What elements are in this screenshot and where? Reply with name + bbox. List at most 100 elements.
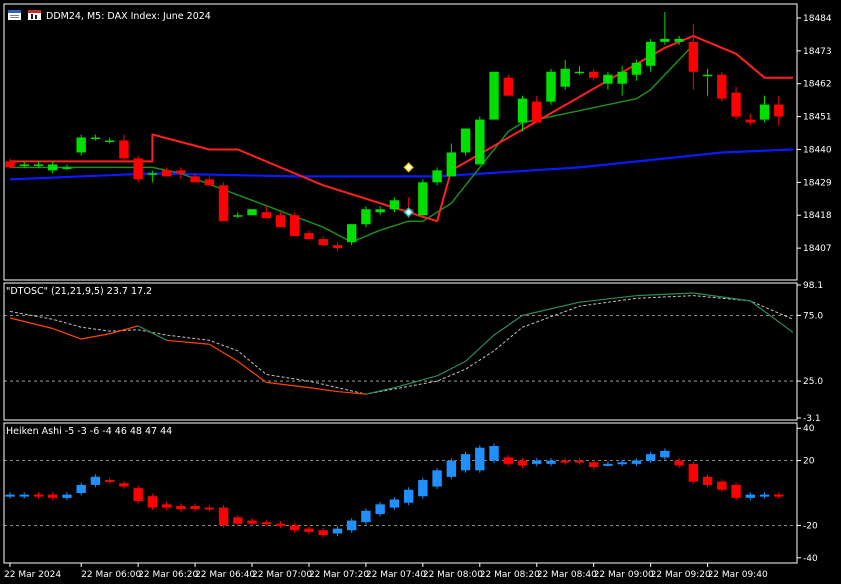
price-candle-bear[interactable]	[332, 245, 343, 249]
heiken-ashi-bar-up[interactable]	[332, 528, 343, 534]
heiken-ashi-bar-up[interactable]	[745, 494, 755, 498]
price-candle-bear[interactable]	[261, 212, 271, 219]
price-candle-bull[interactable]	[603, 74, 613, 84]
heiken-ashi-bar-down[interactable]	[560, 460, 570, 463]
price-candle-bull[interactable]	[674, 38, 684, 42]
heiken-ashi-bar-up[interactable]	[603, 463, 613, 466]
heiken-ashi-bar-up[interactable]	[19, 494, 29, 497]
price-candle-bull[interactable]	[19, 164, 29, 166]
heiken-ashi-bar-down[interactable]	[702, 476, 713, 485]
price-candle-bull[interactable]	[76, 137, 86, 153]
heiken-ashi-bar-up[interactable]	[389, 499, 400, 508]
price-candle-bear[interactable]	[204, 179, 215, 186]
heiken-ashi-bar-down[interactable]	[204, 507, 215, 510]
heiken-ashi-bar-down[interactable]	[318, 530, 328, 536]
heiken-ashi-bar-down[interactable]	[304, 528, 314, 532]
price-candle-bull[interactable]	[33, 164, 44, 166]
heiken-ashi-bar-down[interactable]	[33, 494, 44, 497]
heiken-ashi-bar-down[interactable]	[290, 525, 300, 531]
heiken-ashi-bar-up[interactable]	[489, 446, 499, 461]
price-candle-bear[interactable]	[190, 176, 200, 183]
oscillator-panel[interactable]: -3.1 25.0 75.0 98.1	[4, 281, 823, 424]
heiken-ashi-bar-down[interactable]	[119, 483, 129, 487]
heiken-ashi-bar-down[interactable]	[48, 494, 58, 498]
heiken-ashi-bar-up[interactable]	[76, 484, 86, 493]
price-candle-bear[interactable]	[133, 158, 143, 180]
heiken-ashi-bar-up[interactable]	[346, 520, 357, 531]
price-candle-bull[interactable]	[432, 170, 442, 183]
heiken-ashi-bar-up[interactable]	[759, 494, 770, 497]
heiken-ashi-bar-up[interactable]	[475, 447, 485, 471]
price-candle-bull[interactable]	[418, 182, 428, 216]
heiken-ashi-bar-down[interactable]	[717, 481, 727, 490]
price-candle-bull[interactable]	[346, 224, 357, 243]
price-candle-bull[interactable]	[104, 140, 115, 143]
price-candle-bear[interactable]	[745, 119, 755, 123]
heiken-ashi-bar-down[interactable]	[261, 522, 271, 525]
heiken-ashi-bar-up[interactable]	[446, 460, 457, 477]
price-candle-bear[interactable]	[290, 215, 300, 237]
heiken-ashi-bar-up[interactable]	[418, 480, 428, 497]
price-candle-bear[interactable]	[318, 239, 328, 246]
heiken-ashi-bar-down[interactable]	[574, 460, 585, 463]
price-candle-bull[interactable]	[147, 173, 158, 175]
buy-signal-marker[interactable]	[403, 162, 414, 173]
price-panel[interactable]: 18407 18418 18429 18440 18451 18462 18473 18484	[5, 11, 832, 254]
heiken-ashi-bar-up[interactable]	[617, 462, 627, 465]
heiken-ashi-bar-up[interactable]	[90, 476, 101, 485]
heiken-ashi-bar-down[interactable]	[275, 523, 286, 526]
price-candle-bear[interactable]	[717, 74, 727, 99]
price-candle-bear[interactable]	[774, 104, 784, 117]
price-candle-bear[interactable]	[161, 170, 172, 177]
heiken-ashi-bar-up[interactable]	[432, 470, 442, 487]
price-candle-bull[interactable]	[645, 41, 656, 66]
heiken-ashi-bar-up[interactable]	[631, 460, 642, 464]
price-candle-bear[interactable]	[532, 101, 542, 123]
price-candle-bull[interactable]	[361, 209, 371, 225]
heiken-ashi-bar-down[interactable]	[588, 462, 599, 468]
price-candle-bull[interactable]	[48, 164, 58, 171]
heiken-ashi-bar-down[interactable]	[218, 507, 229, 526]
price-candle-bull[interactable]	[62, 167, 72, 169]
price-candle-bull[interactable]	[247, 209, 257, 216]
price-candle-bear[interactable]	[275, 215, 286, 228]
heiken-ashi-bar-down[interactable]	[731, 484, 741, 498]
price-candle-bull[interactable]	[90, 137, 101, 140]
price-candle-bear[interactable]	[176, 170, 186, 174]
heiken-ashi-bar-down[interactable]	[233, 517, 243, 524]
price-candle-bull[interactable]	[546, 71, 556, 102]
price-candle-bull[interactable]	[631, 62, 642, 75]
heiken-ashi-bar-down[interactable]	[688, 463, 699, 482]
price-candle-bear[interactable]	[119, 140, 129, 159]
price-candle-bear[interactable]	[588, 71, 599, 78]
heiken-ashi-bar-up[interactable]	[375, 504, 385, 515]
heiken-ashi-bar-down[interactable]	[190, 505, 200, 510]
price-candle-bull[interactable]	[475, 119, 485, 165]
price-candle-bear[interactable]	[5, 161, 15, 168]
price-candle-bull[interactable]	[702, 74, 713, 77]
price-candle-bull[interactable]	[517, 98, 528, 123]
heiken-ashi-bar-up[interactable]	[645, 454, 656, 461]
heiken-ashi-bar-down[interactable]	[517, 460, 528, 466]
price-candle-bear[interactable]	[218, 185, 229, 222]
heiken-ashi-bar-up[interactable]	[361, 510, 371, 523]
heiken-ashi-bar-up[interactable]	[403, 489, 414, 503]
heiken-ashi-bar-down[interactable]	[503, 457, 513, 464]
price-candle-bull[interactable]	[574, 71, 585, 74]
heiken-ashi-bar-down[interactable]	[774, 494, 784, 497]
price-candle-bull[interactable]	[560, 68, 570, 87]
heiken-ashi-bar-up[interactable]	[460, 454, 471, 471]
heiken-ashi-bar-down[interactable]	[247, 520, 257, 524]
heiken-ashi-bar-up[interactable]	[62, 494, 72, 498]
price-candle-bull[interactable]	[660, 38, 670, 42]
heiken-ashi-bar-down[interactable]	[133, 488, 143, 502]
heiken-ashi-bar-up[interactable]	[5, 494, 15, 497]
price-candle-bull[interactable]	[389, 200, 400, 210]
heiken-ashi-bar-down[interactable]	[176, 505, 186, 510]
price-candle-bull[interactable]	[460, 128, 471, 153]
price-candle-bear[interactable]	[688, 41, 699, 72]
heiken-ashi-bar-down[interactable]	[161, 504, 172, 508]
chart-type-icon[interactable]	[28, 10, 41, 20]
price-candle-bear[interactable]	[731, 92, 741, 117]
chart-window-icon[interactable]	[8, 10, 21, 20]
